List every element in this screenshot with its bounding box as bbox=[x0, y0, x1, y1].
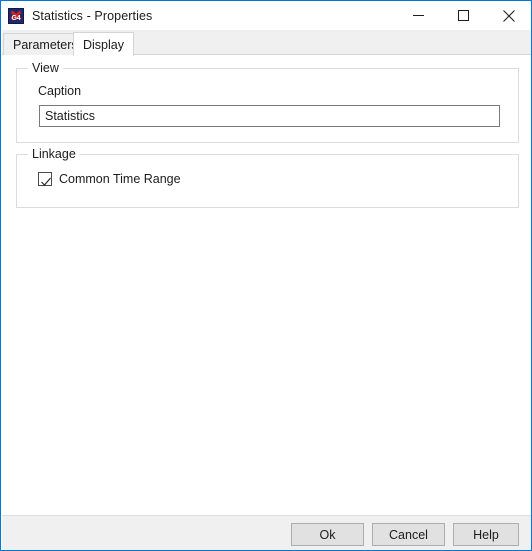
view-group-title: View bbox=[28, 61, 63, 75]
tab-strip: Parameters Display bbox=[2, 30, 531, 56]
maximize-button[interactable] bbox=[441, 1, 486, 30]
close-button[interactable] bbox=[486, 1, 531, 30]
caption-label: Caption bbox=[38, 84, 82, 98]
window-controls bbox=[396, 1, 531, 30]
common-time-range-checkbox[interactable] bbox=[38, 172, 52, 186]
display-tab-panel: View Caption Linkage Common Time Range bbox=[2, 55, 531, 514]
common-time-range-row[interactable]: Common Time Range bbox=[38, 172, 181, 186]
tab-display[interactable]: Display bbox=[73, 32, 134, 56]
help-button[interactable]: Help bbox=[453, 523, 519, 546]
window-title: Statistics - Properties bbox=[32, 8, 153, 23]
g4-app-icon: G4 bbox=[8, 7, 24, 24]
title-bar[interactable]: G4 Statistics - Properties bbox=[1, 1, 531, 30]
tab-parameters-label: Parameters bbox=[13, 37, 78, 52]
caption-input[interactable] bbox=[39, 105, 500, 127]
checkmark-icon bbox=[41, 174, 51, 192]
linkage-group-title: Linkage bbox=[28, 147, 80, 161]
minimize-button[interactable] bbox=[396, 1, 441, 30]
common-time-range-label: Common Time Range bbox=[59, 172, 181, 186]
linkage-group-box: Linkage Common Time Range bbox=[16, 147, 519, 208]
ok-button[interactable]: Ok bbox=[291, 523, 364, 546]
properties-dialog-window: G4 Statistics - Properties Parameters Di… bbox=[0, 0, 532, 551]
view-group-box: View Caption bbox=[16, 61, 519, 143]
dialog-button-bar: Ok Cancel Help bbox=[2, 515, 531, 550]
tab-display-label: Display bbox=[83, 37, 124, 52]
cancel-button[interactable]: Cancel bbox=[372, 523, 445, 546]
